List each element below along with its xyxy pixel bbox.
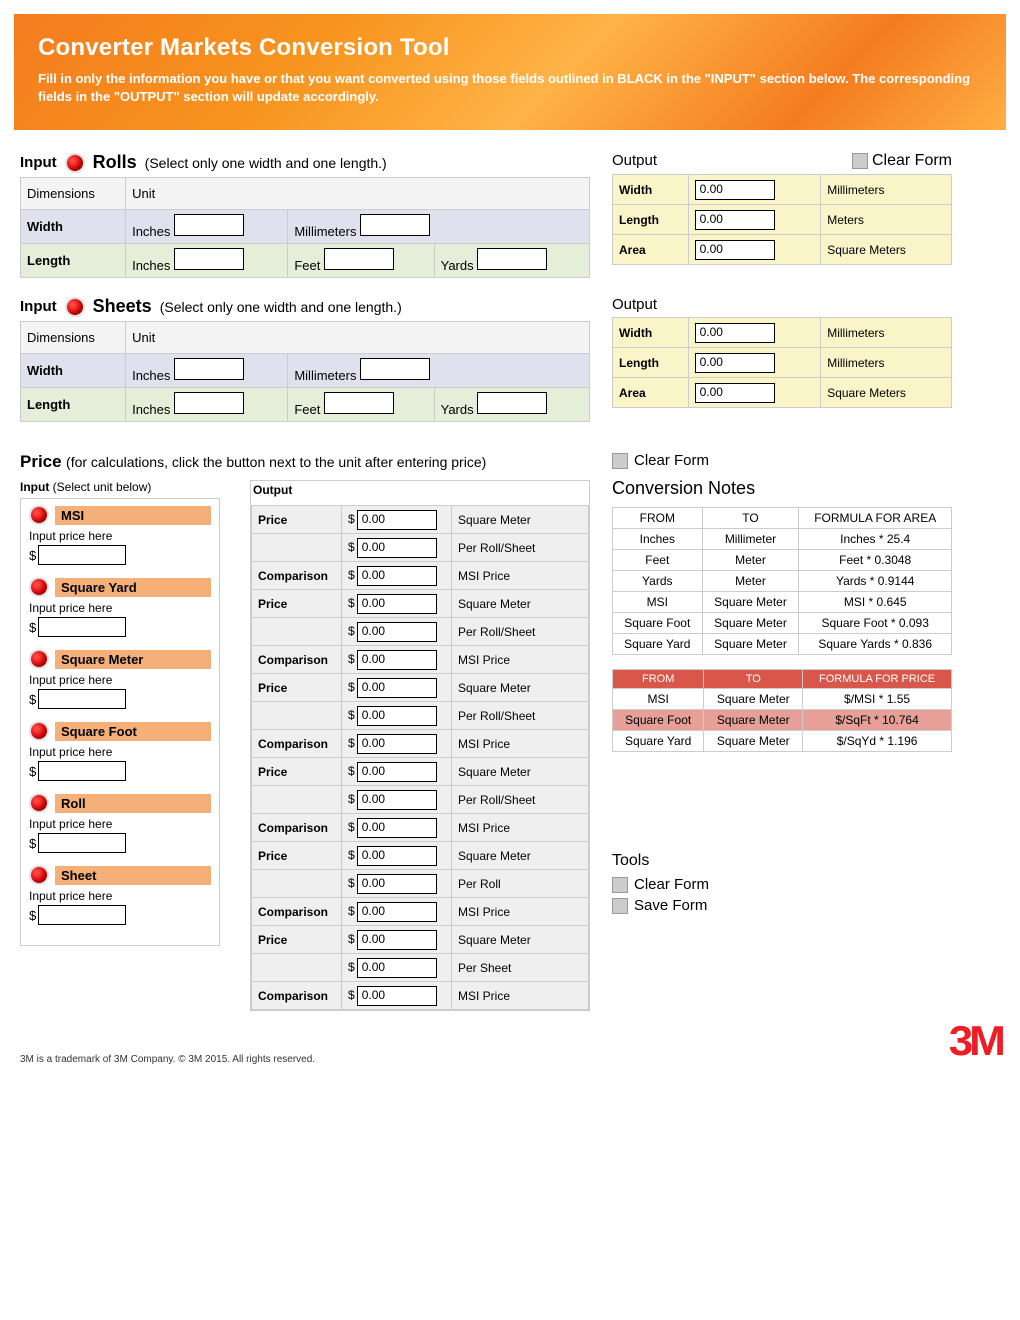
clear-form-button[interactable]: Clear Form bbox=[634, 876, 709, 893]
checkbox-icon[interactable] bbox=[612, 877, 628, 893]
price-input-4[interactable] bbox=[38, 833, 126, 853]
page-subtitle: Fill in only the information you have or… bbox=[38, 70, 982, 106]
sheets-input-table: DimensionsUnit Width Inches Millimeters … bbox=[20, 321, 590, 422]
sheets-output-table: Width0.00Millimeters Length0.00Millimete… bbox=[612, 317, 952, 408]
tools-header: Tools bbox=[612, 852, 952, 870]
header-banner: Converter Markets Conversion Tool Fill i… bbox=[14, 14, 1006, 130]
price-unit-label: Roll bbox=[55, 794, 211, 813]
sheets-width-mm[interactable] bbox=[360, 358, 430, 380]
price-input-3[interactable] bbox=[38, 761, 126, 781]
sheets-length-inches[interactable] bbox=[174, 392, 244, 414]
page-title: Converter Markets Conversion Tool bbox=[38, 34, 982, 62]
radio-icon[interactable] bbox=[29, 721, 49, 741]
rolls-input-table: DimensionsUnit Width Inches Millimeters … bbox=[20, 177, 590, 278]
rolls-length-inches[interactable] bbox=[174, 248, 244, 270]
rolls-length-yards[interactable] bbox=[477, 248, 547, 270]
checkbox-icon[interactable] bbox=[612, 898, 628, 914]
checkbox-icon[interactable] bbox=[852, 153, 868, 169]
footer-note: 3M is a trademark of 3M Company. © 3M 20… bbox=[20, 1054, 315, 1065]
price-input-5[interactable] bbox=[38, 905, 126, 925]
radio-icon[interactable] bbox=[65, 153, 85, 173]
price-unit-label: Square Yard bbox=[55, 578, 211, 597]
price-formula-table: FROMTOFORMULA FOR PRICE MSISquare Meter$… bbox=[612, 669, 952, 752]
rolls-output-table: Width0.00Millimeters Length0.00Meters Ar… bbox=[612, 174, 952, 265]
price-unit-label: Sheet bbox=[55, 866, 211, 885]
radio-icon[interactable] bbox=[29, 577, 49, 597]
radio-icon[interactable] bbox=[29, 865, 49, 885]
radio-icon[interactable] bbox=[29, 649, 49, 669]
price-input-list: MSIInput price here$Square YardInput pri… bbox=[20, 498, 220, 946]
price-header: Price (for calculations, click the butto… bbox=[20, 452, 590, 472]
price-unit-label: Square Foot bbox=[55, 722, 211, 741]
rolls-width-mm[interactable] bbox=[360, 214, 430, 236]
sheets-input-header: Input Sheets (Select only one width and … bbox=[20, 296, 590, 317]
radio-icon[interactable] bbox=[29, 505, 49, 525]
price-output-table: Price$0.00Square Meter$0.00Per Roll/Shee… bbox=[251, 505, 589, 1010]
sheets-width-inches[interactable] bbox=[174, 358, 244, 380]
price-input-1[interactable] bbox=[38, 617, 126, 637]
rolls-width-inches[interactable] bbox=[174, 214, 244, 236]
save-form-button[interactable]: Save Form bbox=[634, 897, 707, 914]
checkbox-icon[interactable] bbox=[612, 453, 628, 469]
conversion-notes-header: Conversion Notes bbox=[612, 478, 952, 499]
price-unit-label: Square Meter bbox=[55, 650, 211, 669]
radio-icon[interactable] bbox=[29, 793, 49, 813]
logo-3m: 3M bbox=[948, 1017, 1001, 1065]
price-input-0[interactable] bbox=[38, 545, 126, 565]
price-input-2[interactable] bbox=[38, 689, 126, 709]
clear-form-button[interactable]: Clear Form bbox=[634, 452, 709, 469]
rolls-length-feet[interactable] bbox=[324, 248, 394, 270]
sheets-length-yards[interactable] bbox=[477, 392, 547, 414]
radio-icon[interactable] bbox=[65, 297, 85, 317]
price-unit-label: MSI bbox=[55, 506, 211, 525]
rolls-input-header: Input Rolls (Select only one width and o… bbox=[20, 152, 590, 173]
sheets-length-feet[interactable] bbox=[324, 392, 394, 414]
clear-form-button[interactable]: Clear Form bbox=[872, 152, 952, 170]
area-formula-table: FROMTOFORMULA FOR AREA InchesMillimeterI… bbox=[612, 507, 952, 655]
